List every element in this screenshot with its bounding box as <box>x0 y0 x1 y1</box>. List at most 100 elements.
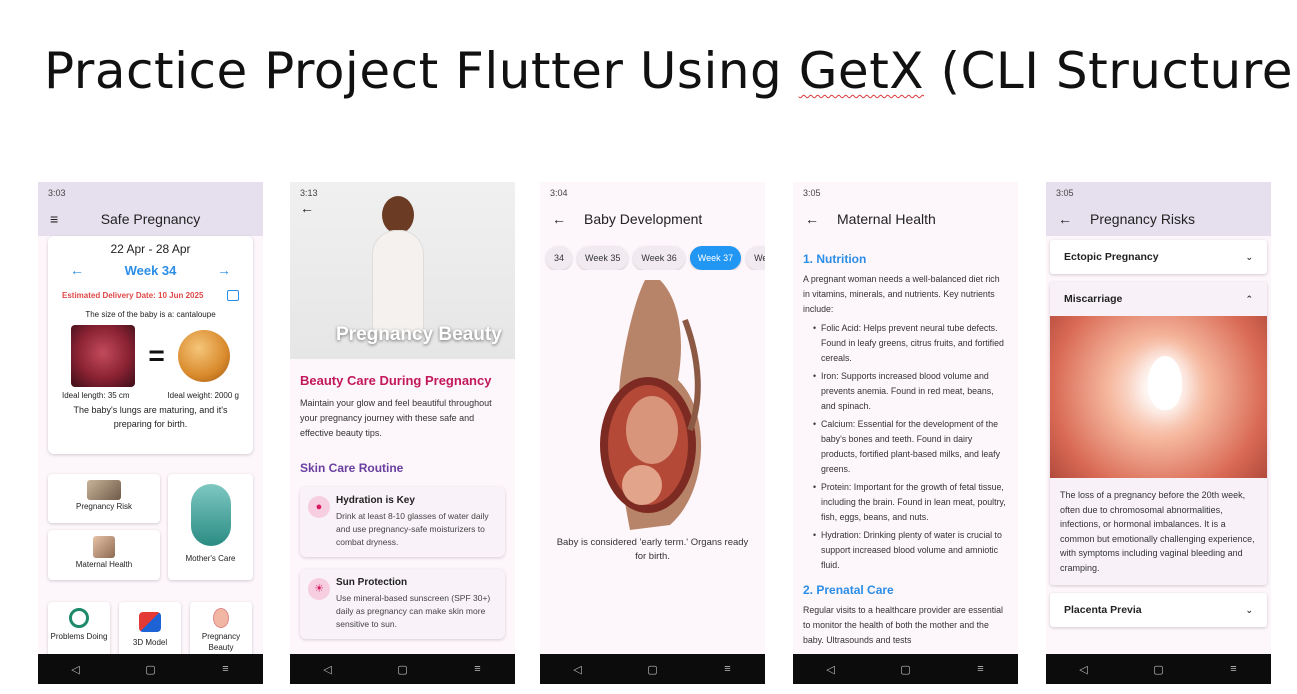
nav-back-icon[interactable]: ◁ <box>1069 663 1099 676</box>
chevron-down-icon[interactable]: ⌄ <box>1245 605 1253 616</box>
chevron-down-icon[interactable]: ⌄ <box>1245 252 1253 263</box>
calendar-icon[interactable] <box>227 290 239 301</box>
accordion-header[interactable]: Ectopic Pregnancy ⌄ <box>1050 240 1267 274</box>
tile-pregnancy-beauty[interactable]: Pregnancy Beauty <box>190 602 252 660</box>
app-bar: ≡ Safe Pregnancy <box>38 202 263 236</box>
status-time: 3:05 <box>803 188 821 198</box>
cube-icon <box>139 612 161 632</box>
tile-mothers-care[interactable]: Mother's Care <box>168 474 253 580</box>
nav-recents-icon[interactable]: ≡ <box>1219 663 1249 675</box>
beauty-content: Beauty Care During Pregnancy Maintain yo… <box>290 359 515 639</box>
accordion-placenta[interactable]: Placenta Previa ⌄ <box>1050 593 1267 627</box>
title-suffix: (CLI Structure) <box>924 42 1297 100</box>
nav-recents-icon[interactable]: ≡ <box>966 663 996 675</box>
tip-text: Drink at least 8-10 glasses of water dai… <box>336 511 489 547</box>
accordion-header[interactable]: Miscarriage ⌃ <box>1050 282 1267 316</box>
status-time: 3:03 <box>48 188 66 198</box>
date-range: 22 Apr - 28 Apr <box>110 242 191 256</box>
delivery-date: Estimated Delivery Date: 10 Jun 2025 <box>62 291 204 300</box>
development-text: The baby's lungs are maturing, and it's … <box>73 405 228 429</box>
chevron-up-icon[interactable]: ⌃ <box>1245 294 1253 305</box>
week-chip[interactable]: 34 <box>546 246 573 270</box>
accordion-header[interactable]: Placenta Previa ⌄ <box>1050 593 1267 627</box>
tile-label: 3D Model <box>132 638 168 647</box>
back-arrow-icon[interactable]: ← <box>552 211 570 227</box>
bullet-dot: • <box>813 482 817 492</box>
prev-week-icon[interactable]: ← <box>70 262 84 278</box>
tile-maternal-health[interactable]: Maternal Health <box>48 530 160 580</box>
accordion-title: Placenta Previa <box>1064 604 1142 616</box>
accordion-ectopic[interactable]: Ectopic Pregnancy ⌄ <box>1050 240 1267 274</box>
phone-safe-pregnancy: 3:03 ≡ Safe Pregnancy 22 Apr - 28 Apr ← … <box>38 182 263 684</box>
week-chips: 34 Week 35 Week 36 Week 37 We <box>540 236 765 270</box>
top-bar: 3:03 ≡ Safe Pregnancy <box>38 182 263 236</box>
nav-back-icon[interactable]: ◁ <box>816 663 846 676</box>
development-caption: Baby is considered 'early term.' Organs … <box>556 537 749 562</box>
nav-home-icon[interactable]: ▢ <box>388 663 418 676</box>
section-text: Regular visits to a healthcare provider … <box>803 605 1003 645</box>
nav-recents-icon[interactable]: ≡ <box>463 663 493 675</box>
week-label: Week 34 <box>124 262 177 278</box>
bullet-text: Folic Acid: Helps prevent neural tube de… <box>821 323 1004 363</box>
section-heading: 2. Prenatal Care <box>803 583 894 597</box>
back-arrow-icon[interactable]: ← <box>1058 211 1076 227</box>
fetus-image <box>70 325 135 387</box>
nav-home-icon[interactable]: ▢ <box>891 663 921 676</box>
bullet-dot: • <box>813 419 817 429</box>
back-arrow-icon[interactable]: ← <box>300 200 314 216</box>
pregnancy-risk-icon <box>87 480 121 500</box>
nav-recents-icon[interactable]: ≡ <box>713 663 743 675</box>
skin-care-heading: Skin Care Routine <box>300 461 404 475</box>
week-chip-selected[interactable]: Week 37 <box>689 246 742 270</box>
bullet-text: Hydration: Drinking plenty of water is c… <box>821 530 1002 570</box>
app-title: Baby Development <box>584 211 703 227</box>
nav-back-icon[interactable]: ◁ <box>61 663 91 676</box>
accordion-title: Miscarriage <box>1064 293 1123 305</box>
bullet-text: Protein: Important for the growth of fet… <box>821 482 1006 522</box>
phone-pregnancy-risks: 3:05 ← Pregnancy Risks Ectopic Pregnancy… <box>1046 182 1271 684</box>
embryo-shape <box>1148 356 1182 410</box>
list-item: • Protein: Important for the growth of fe… <box>803 480 1008 525</box>
app-title: Maternal Health <box>837 211 936 227</box>
tile-problems-doing[interactable]: Problems Doing <box>48 602 110 660</box>
tile-3d-model[interactable]: 3D Model <box>119 602 181 660</box>
nav-home-icon[interactable]: ▢ <box>638 663 668 676</box>
nav-home-icon[interactable]: ▢ <box>1144 663 1174 676</box>
tile-label: Mother's Care <box>185 554 236 563</box>
accordion-miscarriage[interactable]: Miscarriage ⌃ The loss of a pregnancy be… <box>1050 282 1267 585</box>
list-item: • Iron: Supports increased blood volume a… <box>803 369 1008 414</box>
bullet-dot: • <box>813 323 817 333</box>
problems-icon <box>69 608 89 628</box>
nav-back-icon[interactable]: ◁ <box>563 663 593 676</box>
accordion-title: Ectopic Pregnancy <box>1064 251 1159 263</box>
nav-home-icon[interactable]: ▢ <box>136 663 166 676</box>
back-arrow-icon[interactable]: ← <box>805 211 823 227</box>
tile-label: Pregnancy Risk <box>75 502 133 511</box>
miscarriage-description: The loss of a pregnancy before the 20th … <box>1060 490 1255 573</box>
bullet-dot: • <box>813 530 817 540</box>
week-selector: ← Week 34 → <box>48 256 253 284</box>
week-chip[interactable]: Week 36 <box>633 246 685 270</box>
size-comparison: = <box>48 319 253 387</box>
nav-back-icon[interactable]: ◁ <box>313 663 343 676</box>
sun-icon: ☀ <box>308 578 330 600</box>
menu-icon[interactable]: ≡ <box>50 211 68 227</box>
tile-pregnancy-risk[interactable]: Pregnancy Risk <box>48 474 160 523</box>
list-item: • Folic Acid: Helps prevent neural tube d… <box>803 321 1008 366</box>
beauty-icon <box>213 608 229 628</box>
fetus-development-image <box>590 280 715 530</box>
title-prefix: Practice Project Flutter Using <box>44 42 799 100</box>
bullet-text: Calcium: Essential for the development o… <box>821 419 1000 474</box>
tip-title: Hydration is Key <box>336 495 415 506</box>
next-week-icon[interactable]: → <box>217 262 231 278</box>
week-chip[interactable]: We <box>746 246 765 270</box>
week-chip[interactable]: Week 35 <box>577 246 629 270</box>
bullet-text: Iron: Supports increased blood volume an… <box>821 371 994 411</box>
list-item: • Calcium: Essential for the development … <box>803 417 1008 477</box>
section-text: A pregnant woman needs a well-balanced d… <box>803 274 1000 314</box>
ideal-length: Ideal length: 35 cm <box>62 391 130 400</box>
nutrient-list: • Folic Acid: Helps prevent neural tube d… <box>803 321 1008 573</box>
phone-baby-development: 3:04 ← Baby Development 34 Week 35 Week … <box>540 182 765 684</box>
title-getx: GetX <box>798 42 925 100</box>
nav-recents-icon[interactable]: ≡ <box>211 663 241 675</box>
